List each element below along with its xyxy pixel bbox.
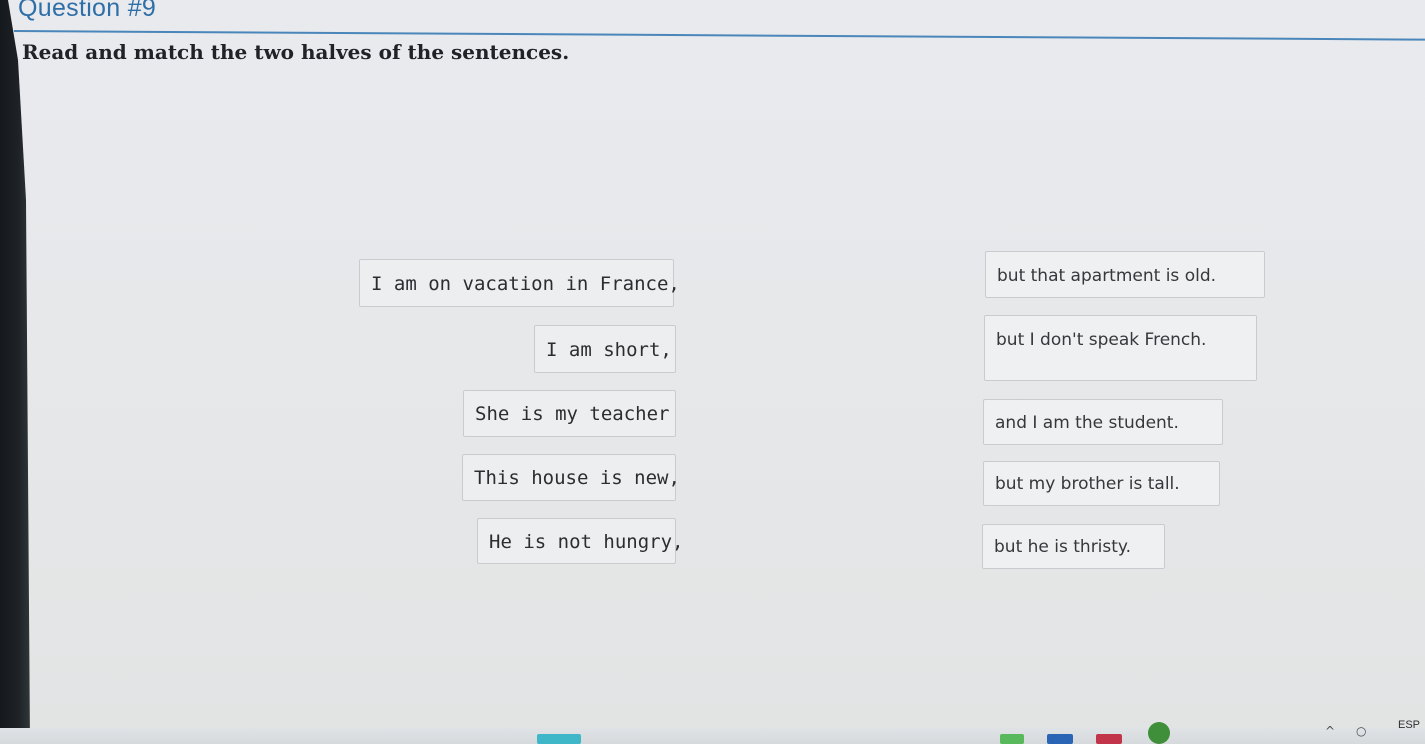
blue-app-icon[interactable] — [1047, 734, 1073, 744]
right-half-tile-4[interactable]: but my brother is tall. — [983, 461, 1220, 506]
right-half-tile-3[interactable]: and I am the student. — [983, 399, 1223, 445]
chevron-up-icon[interactable]: ^ — [1325, 724, 1335, 738]
question-header: Question #9 — [13, 0, 1425, 41]
left-half-tile-1[interactable]: I am on vacation in France, — [359, 259, 680, 307]
red-app-icon[interactable] — [1096, 734, 1122, 744]
language-indicator[interactable]: ESP — [1398, 719, 1420, 731]
taskbar — [0, 728, 1425, 744]
chrome-icon[interactable] — [1148, 722, 1170, 744]
right-half-tile-1[interactable]: but that apartment is old. — [985, 251, 1265, 298]
instructions-text: Read and match the two halves of the sen… — [22, 40, 570, 64]
question-title: Question #9 — [18, 0, 157, 22]
right-half-tile-5[interactable]: but he is thristy. — [982, 524, 1165, 569]
green-app-icon[interactable] — [1000, 734, 1024, 744]
left-half-tile-4[interactable]: This house is new, — [462, 454, 680, 501]
left-half-tile-2[interactable]: I am short, — [534, 325, 676, 373]
screen-bezel — [0, 0, 30, 744]
left-half-tile-3[interactable]: She is my teacher — [463, 390, 676, 437]
right-half-tile-2[interactable]: but I don't speak French. — [984, 315, 1257, 381]
teal-app-icon[interactable] — [537, 734, 581, 744]
cloud-icon[interactable]: ○ — [1356, 724, 1366, 738]
left-half-tile-5[interactable]: He is not hungry, — [477, 518, 683, 564]
